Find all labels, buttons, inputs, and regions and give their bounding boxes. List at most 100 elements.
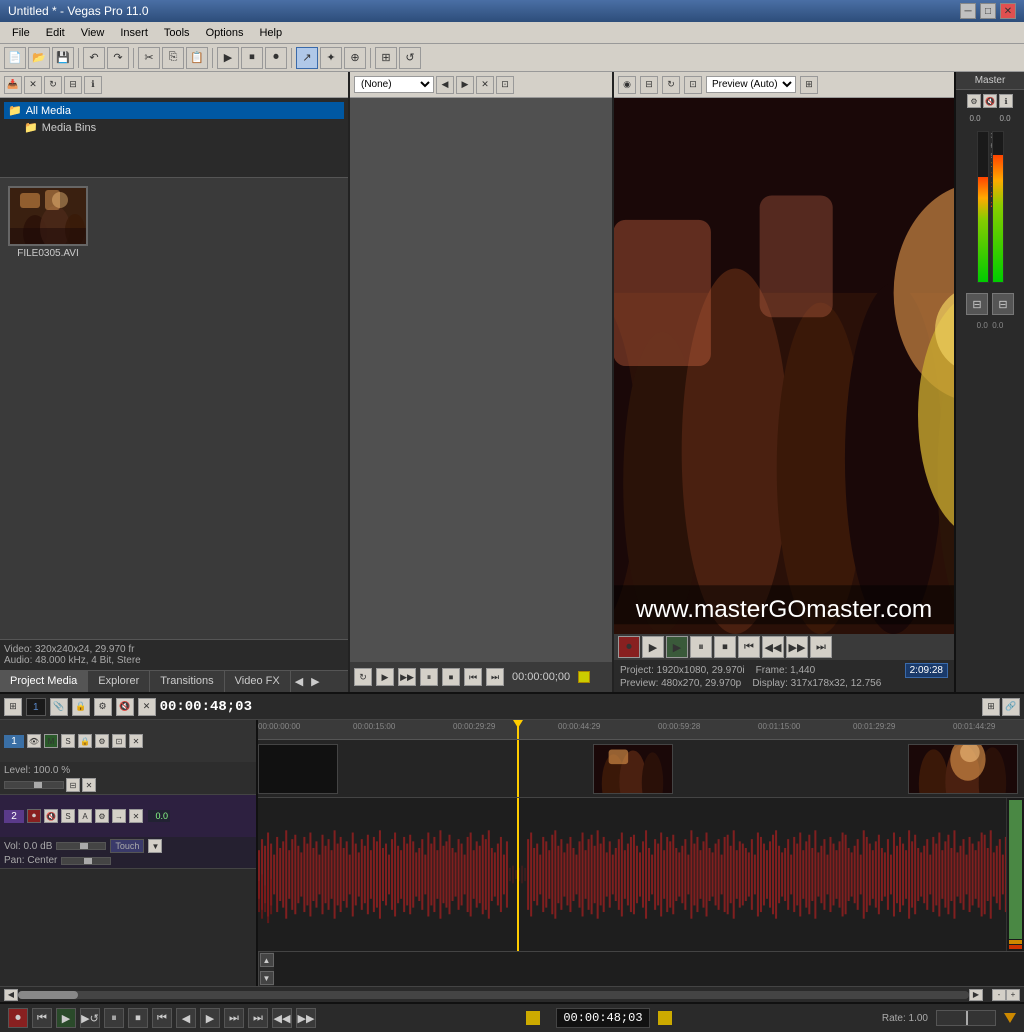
master-btn-left[interactable]: ⊟ (966, 293, 988, 315)
menu-tools[interactable]: Tools (156, 25, 198, 41)
select-tool[interactable]: ↗ (296, 47, 318, 69)
h-scrollbar-track[interactable] (18, 991, 969, 999)
split-tool[interactable]: ✦ (320, 47, 342, 69)
track-1-hide[interactable]: 👁 (27, 734, 41, 748)
tree-media-bins[interactable]: 📁 Media Bins (4, 119, 344, 136)
transport-record[interactable]: ⏺ (8, 1008, 28, 1028)
track-1-fader[interactable] (4, 781, 64, 789)
transport-prev[interactable]: ⏮ (32, 1008, 52, 1028)
scroll-down-btn[interactable]: ▼ (260, 971, 274, 985)
trim-btn1[interactable]: ◀ (436, 76, 454, 94)
tab-arrow-right[interactable]: ▶ (307, 671, 323, 692)
tab-explorer[interactable]: Explorer (88, 671, 150, 692)
master-btn-right[interactable]: ⊟ (992, 293, 1014, 315)
cut-button[interactable]: ✂ (138, 47, 160, 69)
preview-grid[interactable]: ⊞ (800, 76, 818, 94)
track-2-auto[interactable]: A (78, 809, 92, 823)
track-1-compositing[interactable]: ⊡ (112, 734, 126, 748)
master-ctrl2[interactable]: 🔇 (983, 94, 997, 108)
video-clip-black[interactable] (258, 744, 338, 794)
trim-btn3[interactable]: ✕ (476, 76, 494, 94)
touch-mode[interactable]: Touch (110, 839, 144, 853)
open-button[interactable]: 📂 (28, 47, 50, 69)
track-2-pan-fader[interactable] (61, 857, 111, 865)
preview-pause[interactable]: ⏸ (690, 636, 712, 658)
preview-stop[interactable]: ⏹ (714, 636, 736, 658)
track-2-solo[interactable]: S (61, 809, 75, 823)
media-file-thumb[interactable]: FILE0305.AVI (8, 186, 88, 259)
tl-lock[interactable]: 🔗 (1002, 698, 1020, 716)
timeline-btn2[interactable]: 📎 (50, 698, 68, 716)
track-1-fader-btn[interactable]: ⊟ (66, 778, 80, 792)
track-2-mute[interactable]: 🔇 (44, 809, 58, 823)
transport-loop-left[interactable]: ◀◀ (272, 1008, 292, 1028)
master-ctrl3[interactable]: ℹ (999, 94, 1013, 108)
track-1-motion[interactable]: ✕ (129, 734, 143, 748)
copy-button[interactable]: ⎘ (162, 47, 184, 69)
transport-loop-right[interactable]: ▶▶ (296, 1008, 316, 1028)
trim-pause[interactable]: ⏸ (420, 668, 438, 686)
transport-stop[interactable]: ⏹ (128, 1008, 148, 1028)
tree-all-media[interactable]: 📁 All Media (4, 102, 344, 119)
transport-play-loop[interactable]: ▶↺ (80, 1008, 100, 1028)
preview-ffwd[interactable]: ⏭ (810, 636, 832, 658)
track-1-lock[interactable]: 🔒 (78, 734, 92, 748)
zoom-tool[interactable]: ⊕ (344, 47, 366, 69)
media-view-btn[interactable]: ⊟ (64, 76, 82, 94)
track-1-channel[interactable]: ✕ (82, 778, 96, 792)
menu-insert[interactable]: Insert (112, 25, 156, 41)
zoom-out[interactable]: - (992, 989, 1006, 1001)
rate-slider[interactable] (936, 1010, 996, 1026)
media-refresh-btn[interactable]: ↻ (44, 76, 62, 94)
media-delete-btn[interactable]: ✕ (24, 76, 42, 94)
menu-file[interactable]: File (4, 25, 38, 41)
track-1-solo[interactable]: S (61, 734, 75, 748)
paste-button[interactable]: 📋 (186, 47, 208, 69)
timeline-btn4[interactable]: ⚙ (94, 698, 112, 716)
undo-button[interactable]: ↶ (83, 47, 105, 69)
trim-refresh[interactable]: ↻ (354, 668, 372, 686)
tab-video-fx[interactable]: Video FX (225, 671, 291, 692)
transport-step-back[interactable]: ◀ (176, 1008, 196, 1028)
preview-btn2[interactable]: ⊟ (640, 76, 658, 94)
media-import-btn[interactable]: 📥 (4, 76, 22, 94)
zoom-in[interactable]: + (1006, 989, 1020, 1001)
h-scroll-thumb[interactable] (18, 991, 78, 999)
preview-play1[interactable]: ▶ (642, 636, 664, 658)
stop-button[interactable]: ⏹ (241, 47, 263, 69)
play-button[interactable]: ▶ (217, 47, 239, 69)
timeline-btn3[interactable]: 🔒 (72, 698, 90, 716)
preview-quality-select[interactable]: Preview (Auto) (706, 76, 796, 93)
video-clip-crowd-1[interactable] (593, 744, 673, 794)
tab-project-media[interactable]: Project Media (0, 671, 88, 692)
trim-play[interactable]: ▶ (376, 668, 394, 686)
timeline-btn6[interactable]: ✕ (138, 698, 156, 716)
save-button[interactable]: 💾 (52, 47, 74, 69)
preview-btn1[interactable]: ◉ (618, 76, 636, 94)
master-ctrl1[interactable]: ⚙ (967, 94, 981, 108)
trim-play-loop[interactable]: ▶▶ (398, 668, 416, 686)
timeline-btn5[interactable]: 🔇 (116, 698, 134, 716)
preview-step-back[interactable]: ◀◀ (762, 636, 784, 658)
preview-rewind[interactable]: ⏮ (738, 636, 760, 658)
trim-btn2[interactable]: ▶ (456, 76, 474, 94)
close-button[interactable]: ✕ (1000, 3, 1016, 19)
trim-next[interactable]: ⏭ (486, 668, 504, 686)
menu-options[interactable]: Options (198, 25, 252, 41)
preview-step-fwd[interactable]: ▶▶ (786, 636, 808, 658)
transport-ffwd[interactable]: ⏭ (224, 1008, 244, 1028)
h-scroll-right[interactable]: ▶ (969, 989, 983, 1001)
transport-step-fwd[interactable]: ▶ (200, 1008, 220, 1028)
transport-play[interactable]: ▶ (56, 1008, 76, 1028)
new-button[interactable]: 📄 (4, 47, 26, 69)
trim-btn4[interactable]: ⊡ (496, 76, 514, 94)
loop-button[interactable]: ↺ (399, 47, 421, 69)
track-2-record[interactable]: ⏺ (27, 809, 41, 823)
track-2-fx[interactable]: ⚙ (95, 809, 109, 823)
preview-play2[interactable]: ▶ (666, 636, 688, 658)
preview-btn3[interactable]: ↻ (662, 76, 680, 94)
track-2-vol-expand[interactable]: ▼ (148, 839, 162, 853)
redo-button[interactable]: ↷ (107, 47, 129, 69)
scroll-up-btn[interactable]: ▲ (260, 953, 274, 967)
none-select[interactable]: (None) (354, 76, 434, 93)
